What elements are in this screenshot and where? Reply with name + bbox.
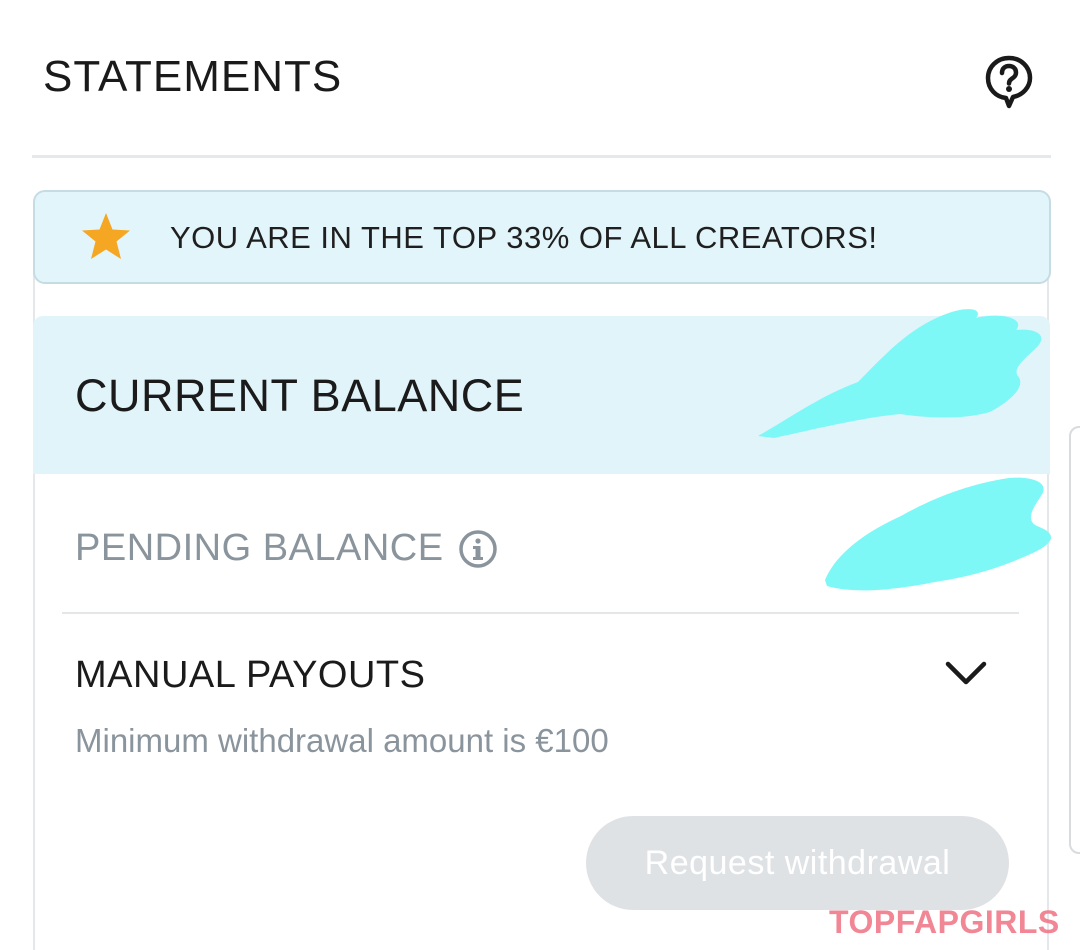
rank-text: YOU ARE IN THE TOP 33% OF ALL CREATORS!: [170, 220, 878, 255]
statements-page: STATEMENTS YOU ARE IN THE TOP 33% OF ALL…: [0, 0, 1080, 950]
page-header: STATEMENTS: [0, 0, 1080, 158]
minimum-withdrawal-note: Minimum withdrawal amount is €100: [75, 722, 609, 759]
help-question-icon: [985, 55, 1033, 109]
page-title: STATEMENTS: [43, 52, 343, 101]
row-divider: [62, 612, 1019, 614]
manual-payouts-toggle[interactable]: [942, 654, 990, 694]
pending-balance-label: PENDING BALANCE: [75, 527, 444, 569]
request-withdrawal-button[interactable]: Request withdrawal: [586, 816, 1009, 910]
rank-banner: YOU ARE IN THE TOP 33% OF ALL CREATORS!: [33, 190, 1051, 284]
redaction-mark: [758, 309, 1042, 438]
current-balance-label: CURRENT BALANCE: [75, 370, 525, 421]
redaction-mark: [825, 477, 1052, 591]
chevron-down-icon: [945, 661, 987, 685]
help-button[interactable]: [984, 54, 1034, 110]
manual-payouts-label[interactable]: MANUAL PAYOUTS: [75, 654, 425, 697]
scrollbar[interactable]: [1069, 426, 1080, 854]
header-divider: [32, 155, 1051, 158]
watermark: TOPFAPGIRLS: [829, 904, 1060, 940]
star-icon: [82, 213, 130, 259]
info-icon[interactable]: [458, 529, 498, 569]
